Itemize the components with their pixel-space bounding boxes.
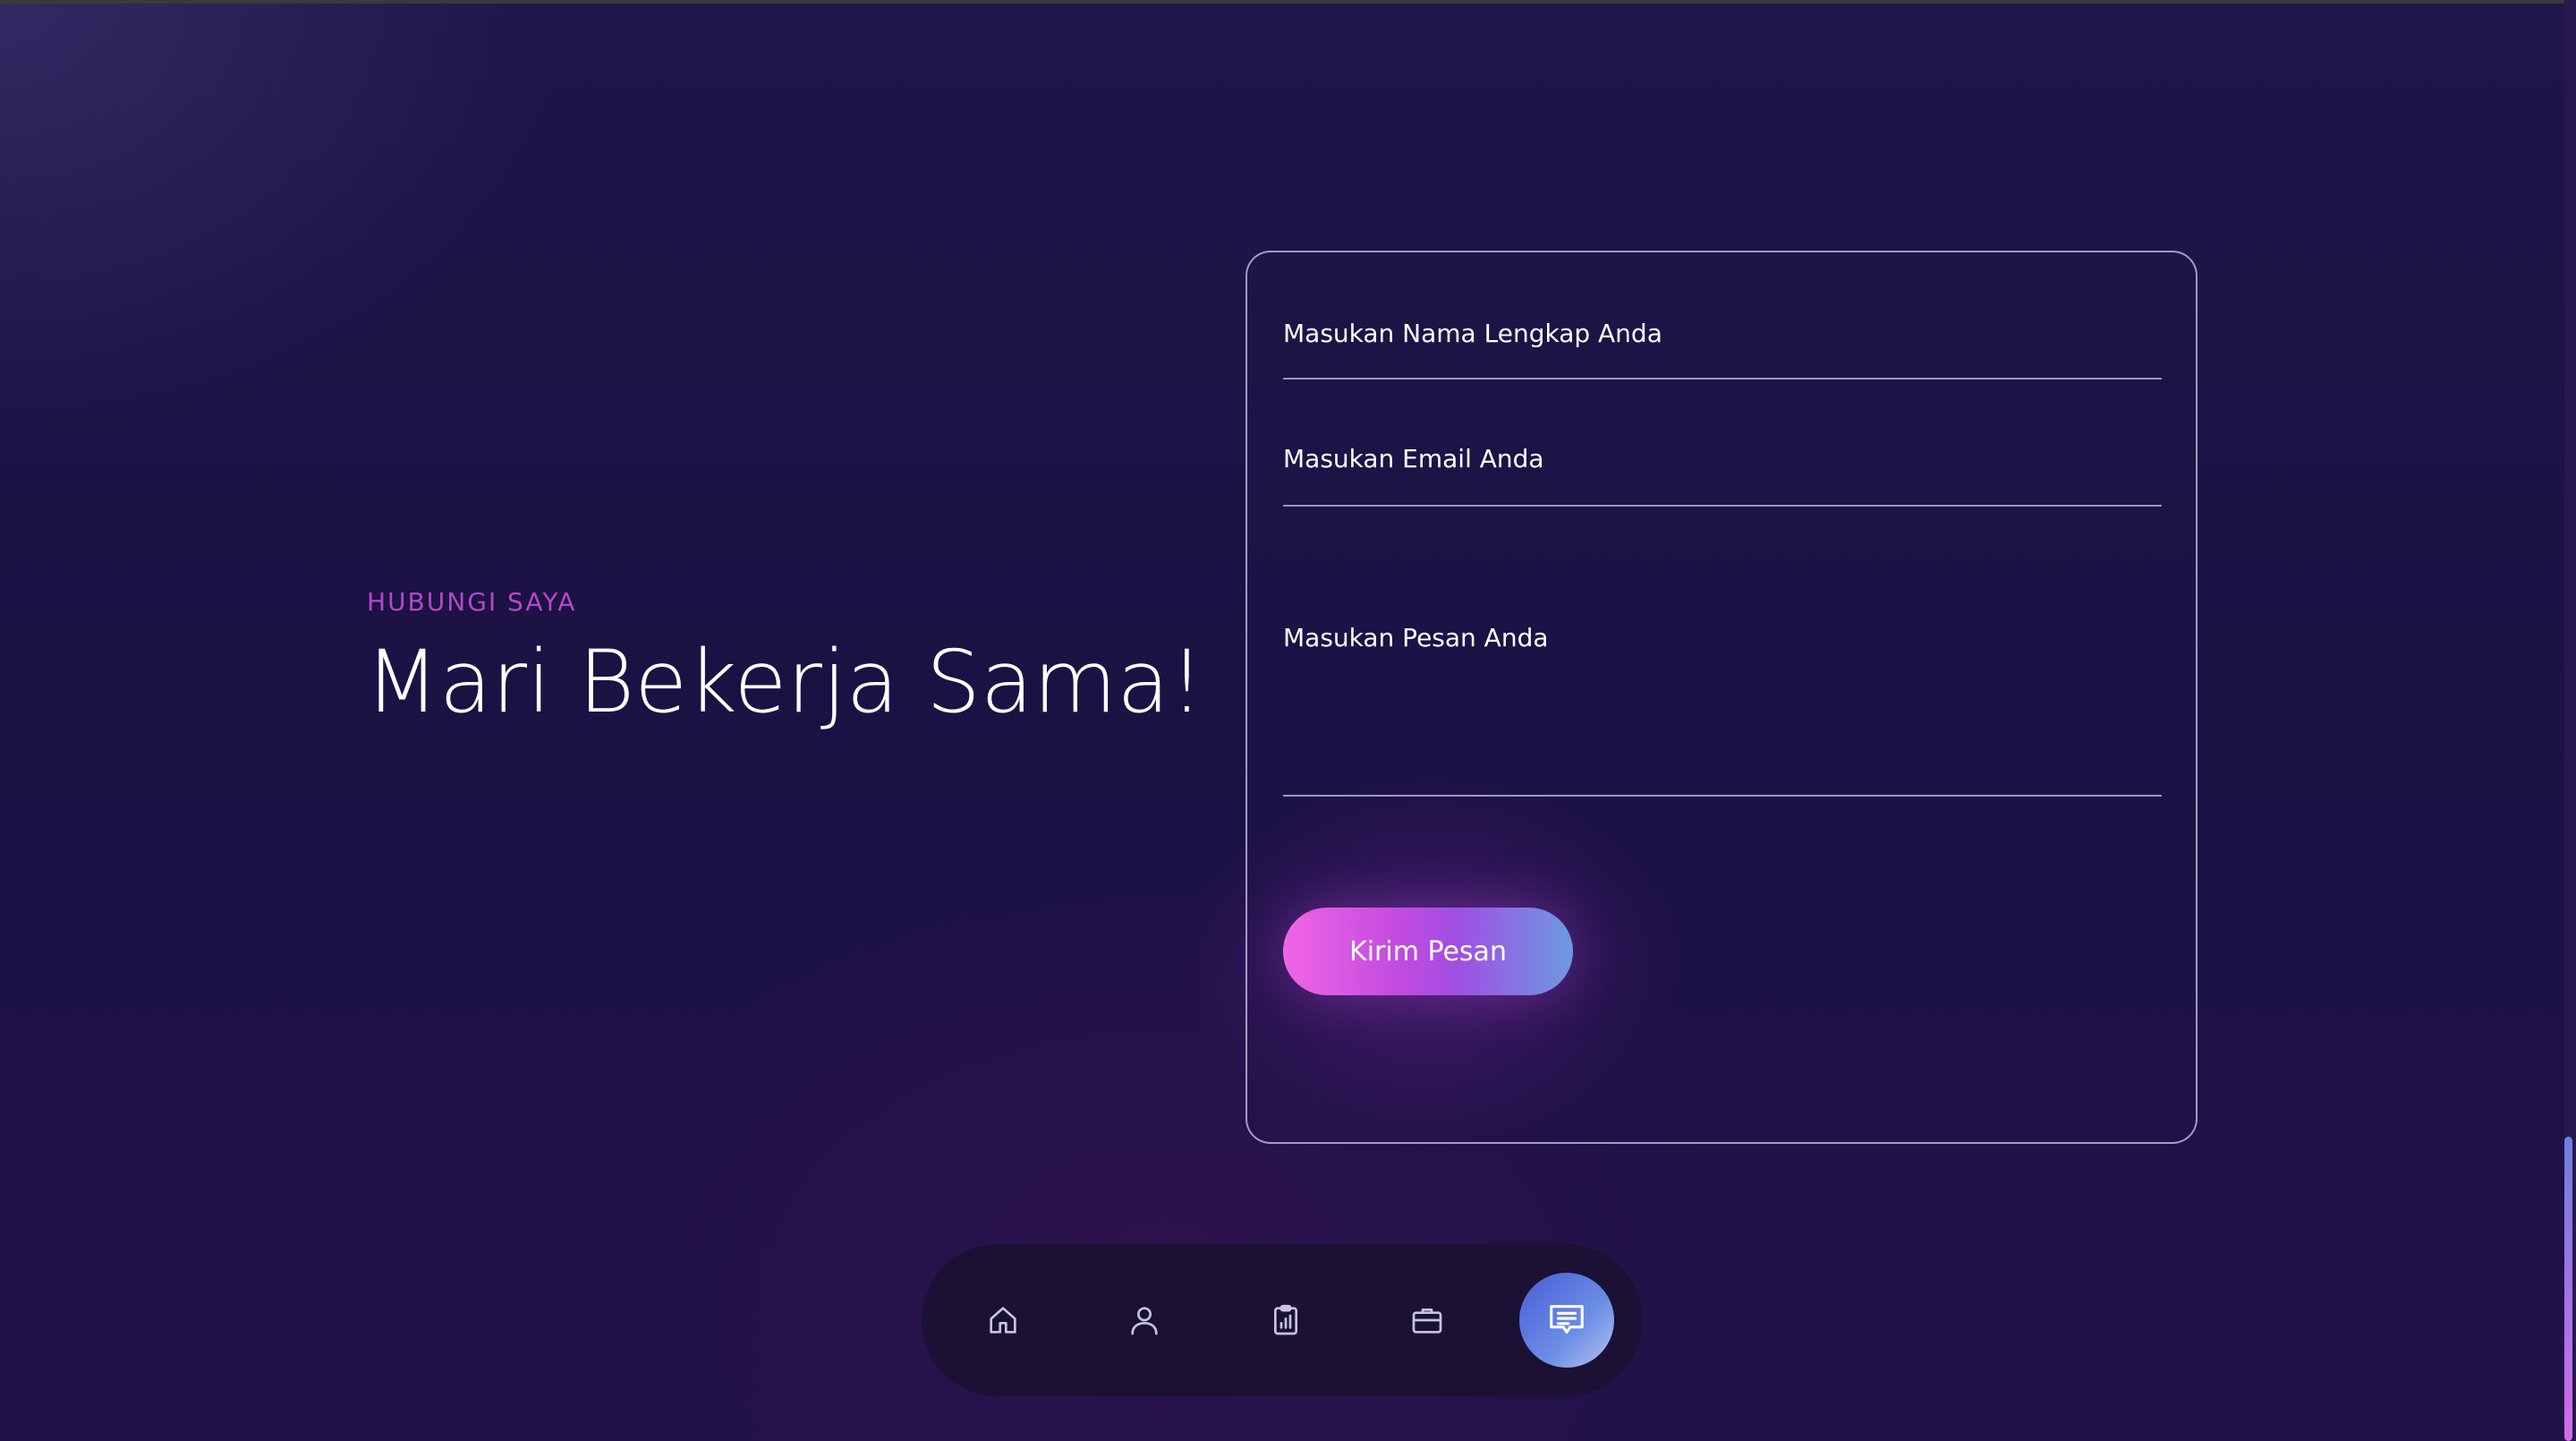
section-headline: Mari Bekerja Sama! (365, 632, 1204, 732)
nav-skills[interactable] (1247, 1282, 1324, 1359)
send-message-button[interactable]: Kirim Pesan (1283, 908, 1573, 995)
top-border (0, 0, 2576, 4)
clipboard-chart-icon (1274, 1304, 1297, 1335)
email-placeholder: Masukan Email Anda (1283, 444, 1544, 473)
name-field[interactable]: Masukan Nama Lengkap Anda (1283, 306, 2162, 379)
section-eyebrow: HUBUNGI SAYA (367, 587, 577, 617)
page: HUBUNGI SAYA Mari Bekerja Sama! Masukan … (0, 0, 2576, 1441)
message-placeholder: Masukan Pesan Anda (1283, 623, 1549, 652)
nav-home[interactable] (965, 1282, 1041, 1359)
name-placeholder: Masukan Nama Lengkap Anda (1283, 319, 1662, 348)
nav-about[interactable] (1106, 1282, 1183, 1359)
home-icon (990, 1307, 1016, 1334)
briefcase-icon (1412, 1309, 1442, 1334)
nav-portfolio[interactable] (1389, 1282, 1466, 1359)
scrollbar-thumb[interactable] (2564, 1137, 2572, 1441)
message-field[interactable]: Masukan Pesan Anda (1283, 593, 2162, 797)
nav-contact[interactable] (1519, 1273, 1614, 1368)
contact-form: Masukan Nama Lengkap Anda Masukan Email … (1245, 251, 2198, 1144)
user-icon (1131, 1307, 1158, 1335)
bottom-nav (922, 1244, 1643, 1396)
scrollbar[interactable] (2564, 0, 2576, 1441)
email-field[interactable]: Masukan Email Anda (1283, 431, 2162, 507)
message-icon (1550, 1305, 1584, 1334)
